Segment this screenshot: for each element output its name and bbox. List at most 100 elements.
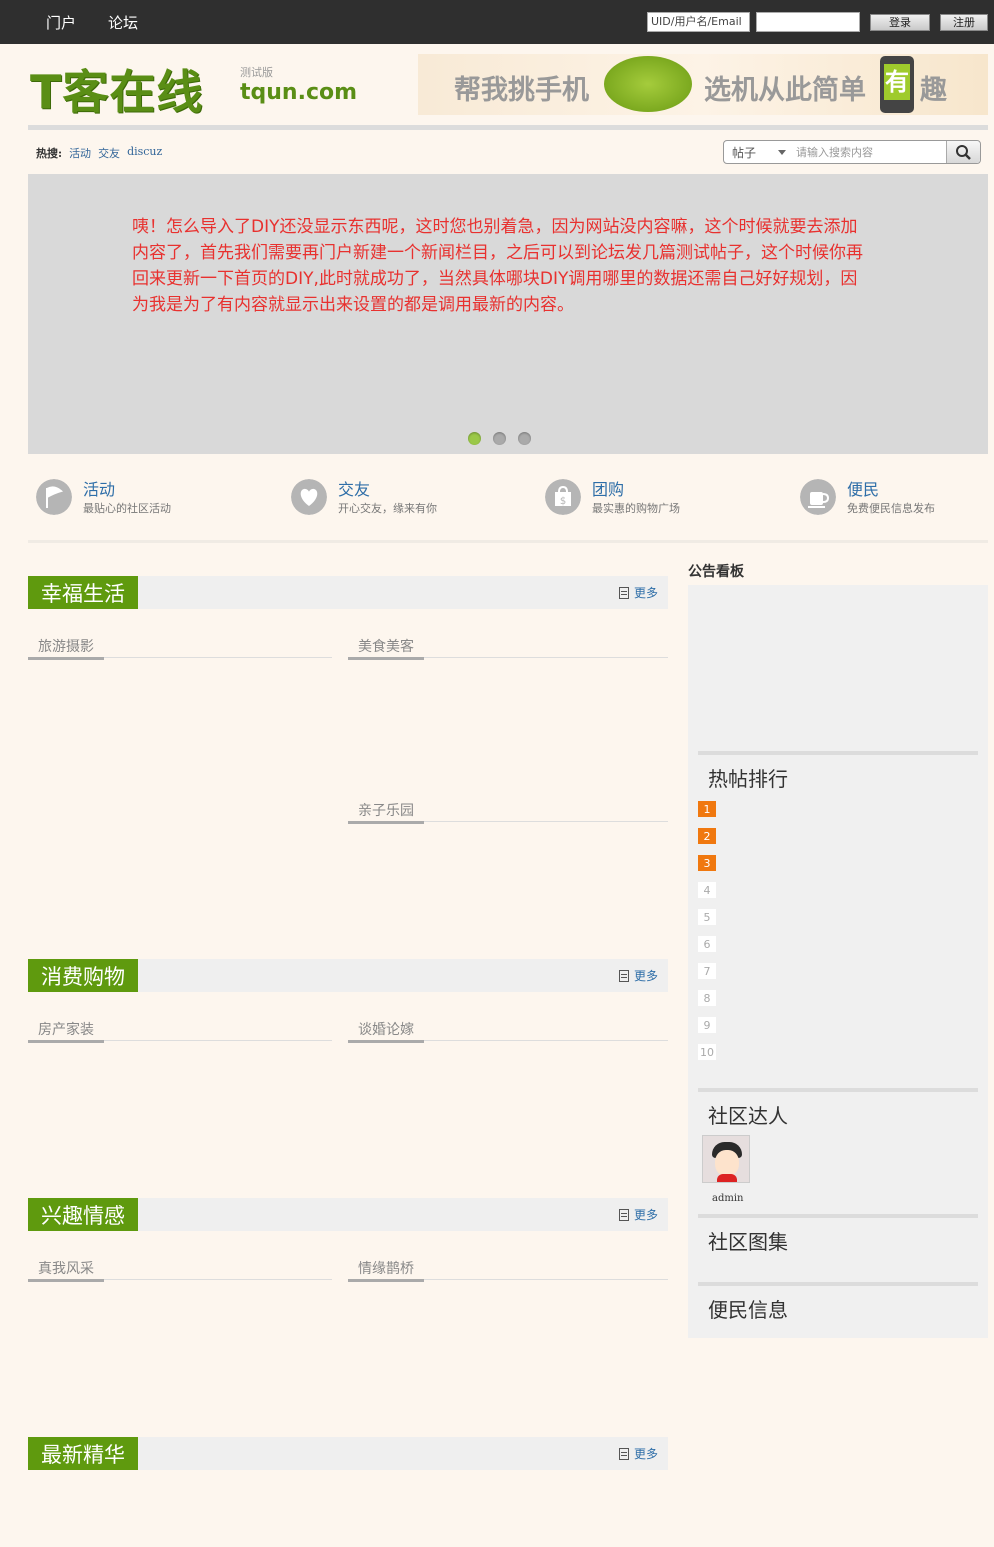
community-stars-block: 社区达人 xyxy=(698,1088,978,1129)
community-stars-title: 社区达人 xyxy=(708,1104,788,1128)
feature-desc: 免费便民信息发布 xyxy=(847,502,935,515)
banner-text-1: 帮我挑手机 xyxy=(454,75,589,106)
login-button[interactable]: 登录 xyxy=(870,13,930,31)
logo-domain-text: tqun.com xyxy=(240,80,358,105)
banner-text-3: 趣 xyxy=(920,75,947,106)
slide-dot-1[interactable] xyxy=(468,432,481,445)
feature-title: 活动 xyxy=(83,480,116,499)
section-header-happy-life: 幸福生活 更多 xyxy=(28,576,668,609)
search-input[interactable]: 请输入搜索内容 xyxy=(794,141,946,163)
subsection-showcase: 真我风采 xyxy=(28,1258,332,1282)
banner-text-2: 选机从此简单 xyxy=(704,75,866,106)
avatar-body xyxy=(717,1174,737,1182)
feature-title: 团购 xyxy=(592,480,625,499)
site-logo[interactable]: T客在线 测试版 tqun.com xyxy=(30,56,357,119)
section-header-interests: 兴趣情感 更多 xyxy=(28,1198,668,1231)
nav-portal[interactable]: 门户 xyxy=(46,12,76,33)
rank-badge: 1 xyxy=(698,801,716,817)
nav-forum[interactable]: 论坛 xyxy=(108,12,138,33)
logo-sub-text: 测试版 xyxy=(240,66,273,79)
rank-badge: 9 xyxy=(698,1017,716,1033)
subsection-title[interactable]: 旅游摄影 xyxy=(28,638,104,660)
subsection-wedding: 谈婚论嫁 xyxy=(348,1019,668,1043)
banner-ad[interactable]: 帮我挑手机 选机从此简单 有 趣 xyxy=(418,54,988,115)
subsection-travel: 旅游摄影 xyxy=(28,636,332,660)
community-album-block: 社区图集 xyxy=(698,1214,978,1255)
feature-convenience[interactable]: 便民 免费便民信息发布 xyxy=(800,476,994,520)
banner-highlight: 有 xyxy=(884,64,910,100)
rank-badge: 5 xyxy=(698,909,716,925)
subsection-matchmaking: 情缘鹊桥 xyxy=(348,1258,668,1282)
document-icon xyxy=(618,1447,629,1460)
username-link[interactable]: admin xyxy=(712,1193,743,1204)
password-input[interactable] xyxy=(756,12,860,32)
feature-desc: 开心交友，缘来有你 xyxy=(338,502,437,515)
chevron-down-icon xyxy=(778,150,786,155)
section-title: 消费购物 xyxy=(28,959,138,992)
subsection-title[interactable]: 谈婚论嫁 xyxy=(348,1021,424,1043)
search-type-select[interactable]: 帖子 xyxy=(724,141,794,163)
more-label: 更多 xyxy=(633,1208,658,1222)
sidebar: 热帖排行 1 2 3 4 5 6 7 8 9 10 社区达人 admin 社区图… xyxy=(688,585,988,1338)
search-type-label: 帖子 xyxy=(732,145,757,160)
section-header-featured: 最新精华 更多 xyxy=(28,1437,668,1470)
subsection-title[interactable]: 真我风采 xyxy=(28,1260,104,1282)
subsection-title[interactable]: 亲子乐园 xyxy=(348,802,424,824)
more-label: 更多 xyxy=(633,969,658,983)
rank-badge: 2 xyxy=(698,828,716,844)
feature-title: 交友 xyxy=(338,480,371,499)
speech-bubble-icon xyxy=(604,56,692,112)
notice-board-title: 公告看板 xyxy=(688,564,744,580)
slideshow-message: 咦！怎么导入了DIY还没显示东西呢，这时您也别着急，因为网站没内容嘛，这个时候就… xyxy=(132,217,863,315)
username-input[interactable]: UID/用户名/Email xyxy=(647,12,750,32)
section-title: 幸福生活 xyxy=(28,576,138,609)
register-button[interactable]: 注册 xyxy=(940,13,988,31)
hot-search-label: 热搜: xyxy=(36,147,63,160)
hot-posts-block: 热帖排行 xyxy=(698,751,978,792)
feature-desc: 最实惠的购物广场 xyxy=(592,502,680,515)
more-label: 更多 xyxy=(633,1447,658,1461)
hot-link-activity[interactable]: 活动 xyxy=(69,145,91,161)
top-nav: 门户 论坛 xyxy=(46,12,138,33)
rank-badge: 8 xyxy=(698,990,716,1006)
subsection-food: 美食美客 xyxy=(348,636,668,660)
hot-posts-title: 热帖排行 xyxy=(708,767,788,791)
slide-dot-2[interactable] xyxy=(493,432,506,445)
convenience-info-block: 便民信息 xyxy=(698,1282,978,1323)
logo-main-text: T客在线 xyxy=(30,65,204,119)
slide-dot-3[interactable] xyxy=(518,432,531,445)
avatar[interactable] xyxy=(702,1135,750,1183)
search-icon xyxy=(956,145,971,160)
rank-badge: 7 xyxy=(698,963,716,979)
slideshow[interactable]: 咦！怎么导入了DIY还没显示东西呢，这时您也别着急，因为网站没内容嘛，这个时候就… xyxy=(28,174,988,454)
shopping-bag-icon: $ xyxy=(545,479,581,515)
subsection-home: 房产家装 xyxy=(28,1019,332,1043)
feature-activity[interactable]: 活动 最贴心的社区活动 xyxy=(36,476,276,520)
rank-badge: 6 xyxy=(698,936,716,952)
more-label: 更多 xyxy=(633,586,658,600)
flag-icon xyxy=(36,479,72,515)
top-bar: 门户 论坛 UID/用户名/Email 登录 注册 xyxy=(0,0,994,44)
login-box: UID/用户名/Email 登录 注册 xyxy=(647,12,994,32)
community-album-title: 社区图集 xyxy=(708,1230,788,1254)
convenience-info-title: 便民信息 xyxy=(708,1298,788,1322)
document-icon xyxy=(618,969,629,982)
feature-group-buy[interactable]: $ 团购 最实惠的购物广场 xyxy=(545,476,785,520)
feature-divider xyxy=(28,540,988,543)
heart-icon xyxy=(291,479,327,515)
hot-link-friends[interactable]: 交友 xyxy=(98,145,120,161)
coffee-cup-icon xyxy=(800,479,836,515)
subsection-title[interactable]: 情缘鹊桥 xyxy=(348,1260,424,1282)
search-button[interactable] xyxy=(946,141,980,163)
document-icon xyxy=(618,586,629,599)
more-link[interactable]: 更多 xyxy=(618,967,658,984)
more-link[interactable]: 更多 xyxy=(618,1445,658,1462)
feature-friends[interactable]: 交友 开心交友，缘来有你 xyxy=(291,476,531,520)
hot-link-discuz[interactable]: discuz xyxy=(127,145,162,161)
section-title: 最新精华 xyxy=(28,1437,138,1470)
more-link[interactable]: 更多 xyxy=(618,584,658,601)
more-link[interactable]: 更多 xyxy=(618,1206,658,1223)
subsection-title[interactable]: 美食美客 xyxy=(348,638,424,660)
subsection-title[interactable]: 房产家装 xyxy=(28,1021,104,1043)
document-icon xyxy=(618,1208,629,1221)
